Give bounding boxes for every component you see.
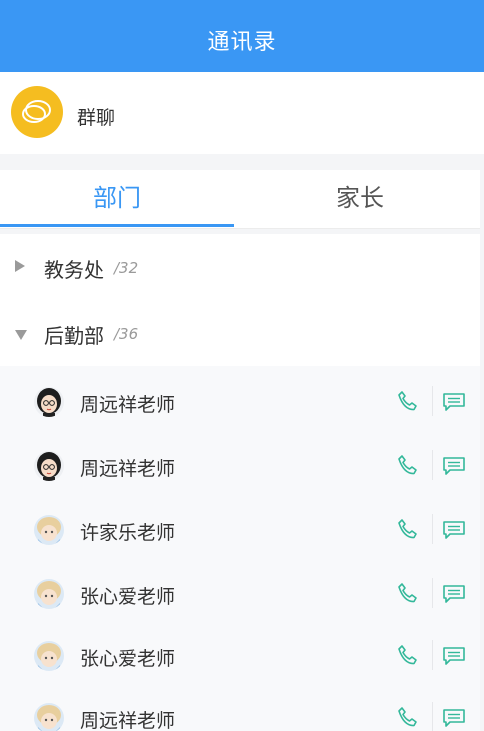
member-row[interactable]: 张心爱老师 bbox=[24, 562, 470, 627]
group-chat-entry[interactable]: 群聊 bbox=[0, 72, 484, 154]
phone-icon[interactable] bbox=[396, 582, 418, 604]
member-name: 周远祥老师 bbox=[80, 458, 176, 480]
message-icon[interactable] bbox=[442, 392, 466, 412]
member-avatar bbox=[34, 641, 64, 671]
phone-icon[interactable] bbox=[396, 390, 418, 412]
message-icon-glyph bbox=[443, 457, 465, 475]
member-row[interactable]: 周远祥老师 bbox=[24, 686, 470, 731]
app-header: 通讯录 bbox=[0, 0, 484, 72]
member-avatar bbox=[34, 387, 64, 417]
message-icon-glyph bbox=[443, 709, 465, 727]
tab-department[interactable]: 部门 bbox=[0, 170, 234, 228]
avatar-image bbox=[34, 703, 64, 731]
avatar-image bbox=[34, 451, 64, 481]
avatar-image bbox=[34, 579, 64, 609]
message-icon-glyph bbox=[443, 521, 465, 539]
icon-divider bbox=[432, 702, 433, 731]
icon-divider bbox=[432, 386, 433, 416]
contacts-screen: 通讯录 群聊 部门 家长 教务处 /32 后勤部 /36 周远祥老师 周远祥老师许… bbox=[0, 0, 484, 731]
phone-icon-glyph bbox=[398, 583, 417, 603]
message-icon-glyph bbox=[443, 585, 465, 603]
active-tab-indicator bbox=[0, 224, 234, 227]
icon-divider bbox=[432, 578, 433, 608]
message-icon[interactable] bbox=[442, 456, 466, 476]
member-avatar bbox=[34, 703, 64, 731]
page-title: 通讯录 bbox=[207, 30, 277, 55]
member-name: 周远祥老师 bbox=[80, 710, 176, 731]
icon-divider bbox=[432, 514, 433, 544]
message-icon-glyph bbox=[443, 647, 465, 665]
member-avatar bbox=[34, 579, 64, 609]
phone-icon-glyph bbox=[398, 391, 417, 411]
member-avatar bbox=[34, 515, 64, 545]
collapse-arrow-icon bbox=[15, 330, 27, 340]
message-icon-glyph bbox=[443, 393, 465, 411]
phone-icon-glyph bbox=[398, 455, 417, 475]
member-list: 周远祥老师 周远祥老师 许家乐老师 张心爱老师 张心爱老师 周远祥老师 bbox=[0, 366, 480, 731]
tab-bar: 部门 家长 bbox=[0, 170, 480, 229]
member-row[interactable]: 周远祥老师 bbox=[24, 434, 470, 499]
department-name: 后勤部 bbox=[44, 324, 104, 348]
avatar-image bbox=[34, 641, 64, 671]
phone-icon-glyph bbox=[398, 519, 417, 539]
message-icon[interactable] bbox=[442, 520, 466, 540]
department-name: 教务处 bbox=[44, 258, 104, 282]
group-chat-avatar bbox=[11, 86, 63, 138]
member-avatar bbox=[34, 451, 64, 481]
icon-divider bbox=[432, 450, 433, 480]
avatar-image bbox=[34, 387, 64, 417]
icon-divider bbox=[432, 640, 433, 670]
expand-arrow-icon bbox=[15, 260, 25, 272]
chat-bubble-icon bbox=[22, 100, 51, 123]
member-name: 张心爱老师 bbox=[80, 648, 176, 670]
member-row[interactable]: 张心爱老师 bbox=[24, 624, 470, 689]
group-chat-label: 群聊 bbox=[77, 107, 116, 129]
message-icon[interactable] bbox=[442, 646, 466, 666]
status-bar bbox=[0, 0, 484, 6]
department-count: /36 bbox=[114, 325, 139, 343]
tab-parent[interactable]: 家长 bbox=[240, 170, 480, 228]
department-item[interactable]: 教务处 /32 bbox=[0, 234, 480, 301]
avatar-image bbox=[34, 515, 64, 545]
member-name: 张心爱老师 bbox=[80, 586, 176, 608]
member-name: 周远祥老师 bbox=[80, 394, 176, 416]
phone-icon[interactable] bbox=[396, 518, 418, 540]
phone-icon[interactable] bbox=[396, 644, 418, 666]
phone-icon[interactable] bbox=[396, 706, 418, 728]
phone-icon-glyph bbox=[398, 645, 417, 665]
department-item[interactable]: 后勤部 /36 bbox=[0, 300, 480, 367]
message-icon[interactable] bbox=[442, 584, 466, 604]
member-row[interactable]: 许家乐老师 bbox=[24, 498, 470, 563]
department-count: /32 bbox=[114, 259, 139, 277]
phone-icon-glyph bbox=[398, 707, 417, 727]
member-row[interactable]: 周远祥老师 bbox=[24, 370, 470, 435]
member-name: 许家乐老师 bbox=[80, 522, 176, 544]
phone-icon[interactable] bbox=[396, 454, 418, 476]
message-icon[interactable] bbox=[442, 708, 466, 728]
